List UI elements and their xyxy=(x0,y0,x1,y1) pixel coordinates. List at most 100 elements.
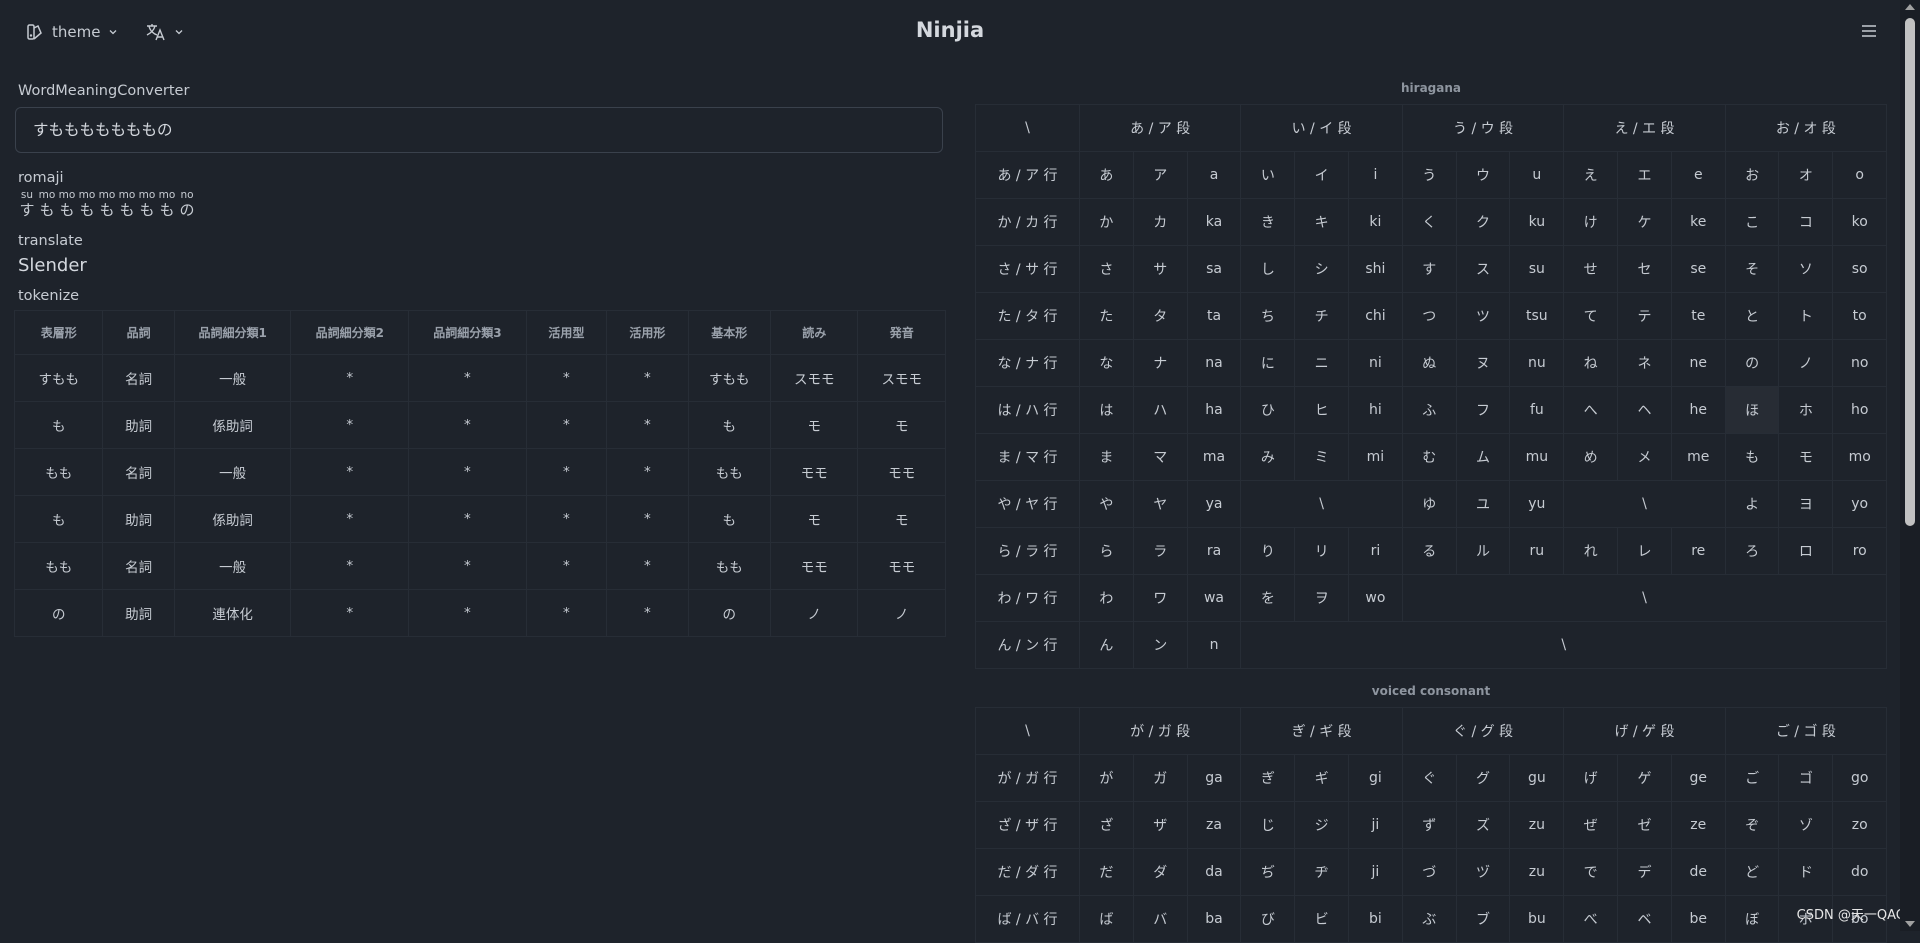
table-cell: も xyxy=(687,495,772,543)
table-cell: * xyxy=(525,354,608,402)
row-header: な / ナ 行 xyxy=(975,339,1080,387)
katakana-cell: ジ xyxy=(1294,801,1350,849)
romaji-cell: su xyxy=(1509,245,1565,293)
romaji-cell: ji xyxy=(1348,801,1403,849)
scrollbar-thumb[interactable] xyxy=(1905,18,1915,526)
table-cell: * xyxy=(408,354,527,402)
hiragana-cell: べ xyxy=(1563,895,1619,943)
katakana-cell: ナ xyxy=(1132,339,1188,387)
hiragana-cell: ぼ xyxy=(1724,895,1780,943)
menu-button[interactable] xyxy=(1860,20,1878,46)
romaji-cell: se xyxy=(1670,245,1726,293)
kana-row: わ / ワ 行わワ wa をヲ wo \ xyxy=(975,574,1888,622)
empty-cell: \ xyxy=(1401,574,1888,622)
table-cell: * xyxy=(606,542,689,590)
table-cell: 助詞 xyxy=(102,401,175,449)
table-cell: 助詞 xyxy=(102,589,175,637)
romaji-reading: mo xyxy=(98,189,116,201)
hiragana-cell: え xyxy=(1563,151,1619,199)
table-cell: モ xyxy=(857,495,946,543)
romaji-cell: zo xyxy=(1832,801,1888,849)
hiragana-cell: し xyxy=(1240,245,1296,293)
hiragana-cell: や xyxy=(1079,480,1134,528)
romaji-cell: za xyxy=(1186,801,1242,849)
romaji-cell: yu xyxy=(1509,480,1565,528)
empty-cell: \ xyxy=(1240,480,1403,528)
hiragana-cell: と xyxy=(1724,292,1780,340)
row-header: わ / ワ 行 xyxy=(975,574,1080,622)
romaji-cell: he xyxy=(1670,386,1726,434)
romaji-char: mo も xyxy=(138,190,156,220)
hiragana-cell: す xyxy=(1401,245,1457,293)
hiragana-cell: く xyxy=(1401,198,1457,246)
romaji-char: mo も xyxy=(158,190,176,220)
hiragana-cell: ぞ xyxy=(1724,801,1780,849)
kana-char: す xyxy=(19,201,35,219)
katakana-cell: カ xyxy=(1132,198,1188,246)
kana-row: ば / バ 行ばバ ba びビ bi ぶブ bu べベ be ぼボ bo xyxy=(975,895,1888,943)
table-cell: の xyxy=(687,589,772,637)
hiragana-cell: の xyxy=(1724,339,1780,387)
table-cell: * xyxy=(290,542,410,590)
romaji-char: mo も xyxy=(78,190,96,220)
hiragana-cell: づ xyxy=(1401,848,1457,896)
hiragana-cell: ね xyxy=(1563,339,1619,387)
hiragana-cell: い xyxy=(1240,151,1296,199)
kana-row: た / タ 行たタ ta ちチ chi つツ tsu てテ te とト to xyxy=(975,292,1888,340)
katakana-cell: レ xyxy=(1617,527,1672,575)
romaji-cell: ru xyxy=(1509,527,1565,575)
converter-panel: WordMeaningConverter すもももももももの romaji su… xyxy=(13,72,946,637)
romaji-char: mo も xyxy=(98,189,116,220)
vertical-scrollbar[interactable] xyxy=(1900,0,1920,931)
corner-cell: \ xyxy=(975,707,1080,755)
hiragana-cell: ふ xyxy=(1401,386,1457,434)
romaji-reading: mo xyxy=(118,189,136,201)
hiragana-cell: ず xyxy=(1401,801,1457,849)
scroll-down-icon[interactable] xyxy=(1905,921,1915,927)
table-cell: 係助詞 xyxy=(173,495,292,543)
romaji-cell: ku xyxy=(1509,198,1565,246)
hiragana-title: hiragana xyxy=(1401,81,1461,95)
romaji-cell: ho xyxy=(1832,386,1888,434)
romaji-cell: ze xyxy=(1670,801,1726,849)
romaji-cell: re xyxy=(1670,527,1726,575)
katakana-cell: キ xyxy=(1294,198,1350,246)
word-input[interactable]: すもももももももの xyxy=(15,107,943,153)
hiragana-table: \ あ / ア 段い / イ 段う / ウ 段え / エ 段お / オ 段あ / … xyxy=(975,104,1888,669)
romaji-char: mo も xyxy=(38,190,56,220)
row-header: ら / ラ 行 xyxy=(975,527,1080,575)
hiragana-cell: あ xyxy=(1079,151,1134,199)
row-header: ま / マ 行 xyxy=(975,433,1080,481)
hiragana-cell: よ xyxy=(1724,480,1780,528)
table-cell: モ xyxy=(769,495,859,543)
kana-char: の xyxy=(179,201,195,219)
katakana-cell: ド xyxy=(1778,848,1834,896)
romaji-cell: wa xyxy=(1186,574,1242,622)
katakana-cell: ゼ xyxy=(1617,801,1672,849)
katakana-cell: ヤ xyxy=(1132,480,1188,528)
romaji-cell: nu xyxy=(1509,339,1565,387)
table-row: もも 名詞 一般 * * * * もも モモ モモ xyxy=(13,448,946,496)
table-row: もも 名詞 一般 * * * * もも モモ モモ xyxy=(13,542,946,590)
table-cell: モモ xyxy=(769,542,859,590)
table-cell: 名詞 xyxy=(102,542,175,590)
hiragana-cell: ゆ xyxy=(1401,480,1457,528)
kana-row: な / ナ 行なナ na にニ ni ぬヌ nu ねネ ne のノ no xyxy=(975,339,1888,387)
hiragana-cell: が xyxy=(1079,754,1134,802)
kana-header-row: \ あ / ア 段い / イ 段う / ウ 段え / エ 段お / オ 段 xyxy=(975,104,1888,152)
footer-watermark: CSDN @天一QAQ xyxy=(1796,908,1906,923)
katakana-cell: ヌ xyxy=(1455,339,1511,387)
table-cell: もも xyxy=(13,542,104,590)
kana-row: ら / ラ 行らラ ra りリ ri るル ru れレ re ろロ ro xyxy=(975,527,1888,575)
column-header: 活用型 xyxy=(525,310,608,355)
hiragana-cell: ろ xyxy=(1724,527,1780,575)
kana-row: は / ハ 行はハ ha ひヒ hi ふフ fu へヘ he ほホ ho xyxy=(975,386,1888,434)
column-header: え / エ 段 xyxy=(1563,104,1726,152)
hiragana-cell: た xyxy=(1079,292,1134,340)
romaji-cell: me xyxy=(1670,433,1726,481)
scroll-up-icon[interactable] xyxy=(1905,4,1915,10)
table-cell: * xyxy=(525,448,608,496)
hiragana-cell: ち xyxy=(1240,292,1296,340)
romaji-cell: yo xyxy=(1832,480,1888,528)
katakana-cell: シ xyxy=(1294,245,1350,293)
